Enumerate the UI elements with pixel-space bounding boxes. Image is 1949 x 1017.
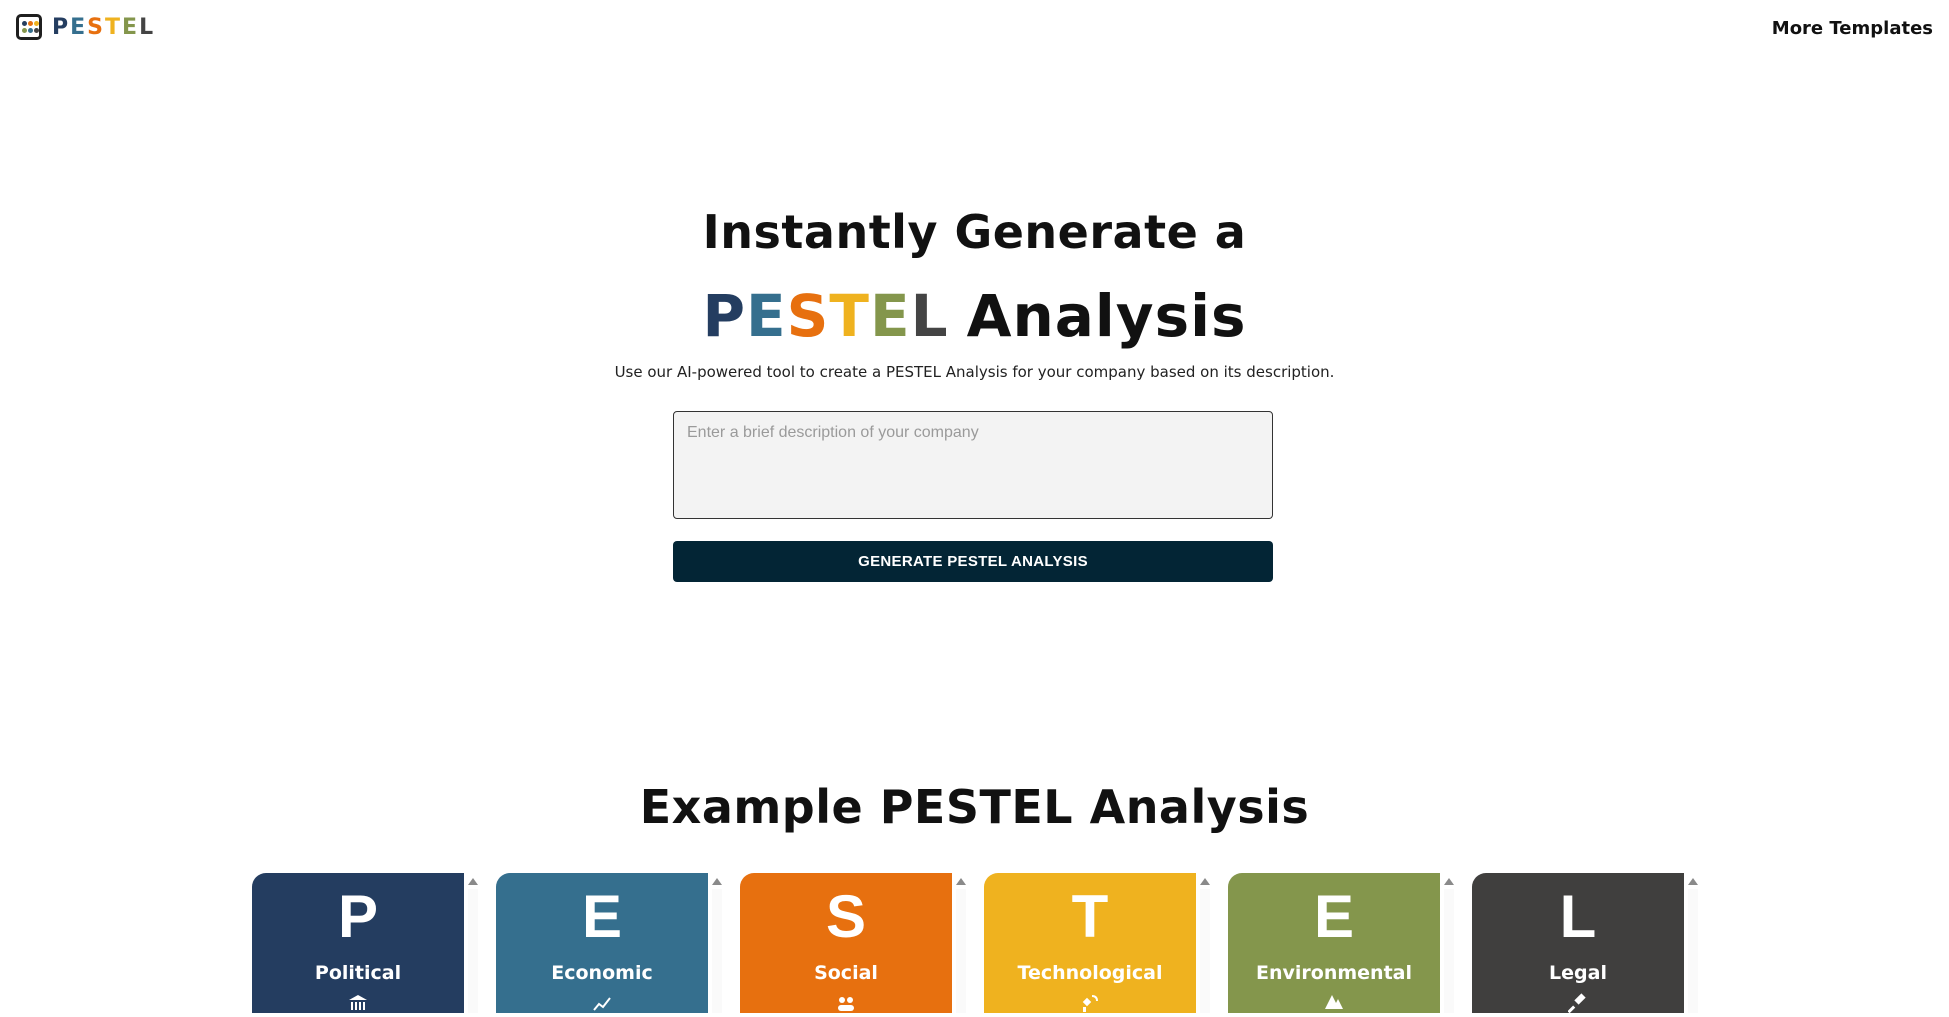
- logo-letter: E: [70, 14, 88, 40]
- card-header: P Political: [252, 873, 464, 1013]
- hero-pestel-letter: E: [869, 282, 911, 350]
- pestel-card-environmental[interactable]: E Environmental: [1228, 873, 1454, 1013]
- logo-text: PESTEL: [52, 15, 155, 40]
- hero-pestel-letter: P: [702, 282, 746, 350]
- card-name: Economic: [551, 962, 653, 984]
- pestel-logo[interactable]: PESTEL: [16, 14, 155, 40]
- card-scrollbar-track[interactable]: [712, 889, 722, 1013]
- card-scrollbar-track[interactable]: [1688, 889, 1698, 1013]
- pestel-card-technological[interactable]: T Technological: [984, 873, 1210, 1013]
- logo-dot: [22, 28, 27, 33]
- card-name: Social: [814, 962, 878, 984]
- card-letter: E: [581, 883, 623, 950]
- card-header: E Economic: [496, 873, 708, 1013]
- card-letter: P: [337, 883, 379, 950]
- card-scrollbar-track[interactable]: [468, 889, 478, 1013]
- pestel-card-social[interactable]: S Social: [740, 873, 966, 1013]
- scroll-up-arrow-icon[interactable]: [712, 878, 722, 885]
- logo-letter: S: [87, 14, 106, 40]
- scroll-up-arrow-icon[interactable]: [468, 878, 478, 885]
- logo-dot: [34, 21, 39, 26]
- card-scrollbar-track[interactable]: [1444, 889, 1454, 1013]
- card-letter: E: [1313, 883, 1355, 950]
- pestel-card-political[interactable]: P Political: [252, 873, 478, 1013]
- hero-heading-line2: PESTEL Analysis: [0, 282, 1949, 350]
- hero-heading-line1: Instantly Generate a: [702, 205, 1247, 259]
- card-name: Environmental: [1256, 962, 1412, 984]
- gavel-icon: [1567, 993, 1588, 1014]
- scroll-up-arrow-icon[interactable]: [1688, 878, 1698, 885]
- logo-dot: [22, 21, 27, 26]
- logo-dot: [28, 28, 33, 33]
- card-header: S Social: [740, 873, 952, 1013]
- trend-chart-icon: [592, 993, 612, 1013]
- tree-icon: [1324, 993, 1344, 1013]
- card-header: E Environmental: [1228, 873, 1440, 1013]
- card-scrollbar-track[interactable]: [956, 889, 966, 1013]
- logo-dot: [34, 28, 39, 33]
- hero-analysis-word: Analysis: [966, 282, 1247, 350]
- examples-title: Example PESTEL Analysis: [639, 780, 1310, 834]
- people-icon: [836, 993, 856, 1013]
- logo-letter: E: [122, 14, 140, 40]
- hero-pestel-letter: E: [746, 282, 787, 350]
- hero-subtitle: Use our AI-powered tool to create a PEST…: [614, 363, 1335, 381]
- scroll-up-arrow-icon[interactable]: [956, 878, 966, 885]
- card-letter: T: [1071, 883, 1109, 950]
- generate-pestel-button[interactable]: GENERATE PESTEL ANALYSIS: [673, 541, 1273, 582]
- hero-pestel-letter: T: [829, 282, 870, 350]
- card-name: Technological: [1017, 962, 1163, 984]
- card-scrollbar-track[interactable]: [1200, 889, 1210, 1013]
- card-letter: S: [825, 883, 867, 950]
- scroll-up-arrow-icon[interactable]: [1200, 878, 1210, 885]
- card-name: Legal: [1549, 962, 1607, 984]
- more-templates-link[interactable]: More Templates: [1772, 18, 1933, 39]
- example-cards: P Political E Economic S Social T Technological…: [252, 873, 1698, 1014]
- logo-letter: P: [52, 14, 71, 40]
- government-building-icon: [348, 993, 368, 1013]
- logo-letter: L: [139, 14, 156, 40]
- card-letter: L: [1559, 883, 1597, 950]
- logo-grid-icon: [16, 14, 42, 40]
- hero-pestel-letter: S: [786, 282, 830, 350]
- logo-letter: T: [105, 14, 123, 40]
- card-name: Political: [314, 962, 402, 984]
- scroll-up-arrow-icon[interactable]: [1444, 878, 1454, 885]
- company-description-input[interactable]: [673, 411, 1273, 519]
- logo-dot: [28, 21, 33, 26]
- card-header: T Technological: [984, 873, 1196, 1013]
- pestel-card-legal[interactable]: L Legal: [1472, 873, 1698, 1014]
- pestel-colored-word: PESTEL: [702, 282, 948, 350]
- card-header: L Legal: [1472, 873, 1684, 1014]
- top-header: PESTEL More Templates: [0, 0, 1949, 62]
- pestel-card-economic[interactable]: E Economic: [496, 873, 722, 1013]
- satellite-icon: [1080, 993, 1100, 1013]
- hero-pestel-letter: L: [910, 282, 949, 350]
